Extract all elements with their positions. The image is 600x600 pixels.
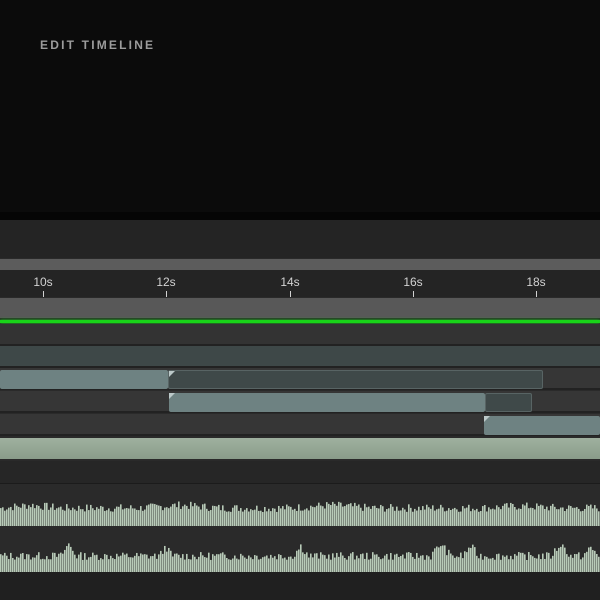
track-row (0, 324, 600, 346)
corner-triangle-icon (169, 371, 175, 377)
timeline-header (0, 220, 600, 258)
corner-triangle-icon (169, 393, 175, 399)
ruler-tick-label: 12s (156, 275, 176, 289)
page-title: EDIT TIMELINE (40, 38, 156, 52)
audio-track[interactable] (0, 528, 600, 572)
audio-clip-bar[interactable] (0, 438, 600, 459)
track-row (0, 368, 600, 390)
video-clip[interactable] (484, 416, 600, 435)
track-row (0, 414, 600, 436)
playhead-line[interactable] (0, 320, 600, 323)
video-clip[interactable] (0, 370, 168, 389)
ruler-tick-label: 16s (403, 275, 423, 289)
audio-waveform (0, 543, 600, 572)
ruler-tick-mark (43, 291, 44, 297)
ruler-tick-label: 14s (280, 275, 300, 289)
track-row (0, 461, 600, 484)
corner-triangle-icon (484, 416, 490, 422)
track-row (0, 391, 600, 413)
video-clip[interactable] (168, 370, 543, 389)
ruler-tick-mark (413, 291, 414, 297)
video-clip[interactable] (485, 393, 532, 412)
audio-track[interactable] (0, 484, 600, 526)
ruler-tick-label: 18s (526, 275, 546, 289)
track-row (0, 572, 600, 600)
video-clip[interactable] (169, 393, 485, 412)
audio-waveform (0, 501, 600, 526)
track-row[interactable] (0, 346, 600, 368)
timeline-scrollbar[interactable] (0, 259, 600, 270)
ruler-tick-mark (536, 291, 537, 297)
ruler-tick-mark (290, 291, 291, 297)
ruler-tick-label: 10s (33, 275, 53, 289)
work-area-bar[interactable] (0, 298, 600, 318)
ruler-tick-mark (166, 291, 167, 297)
panel-divider (0, 212, 600, 220)
time-ruler[interactable]: 10s 12s 14s 16s 18s (0, 270, 600, 297)
